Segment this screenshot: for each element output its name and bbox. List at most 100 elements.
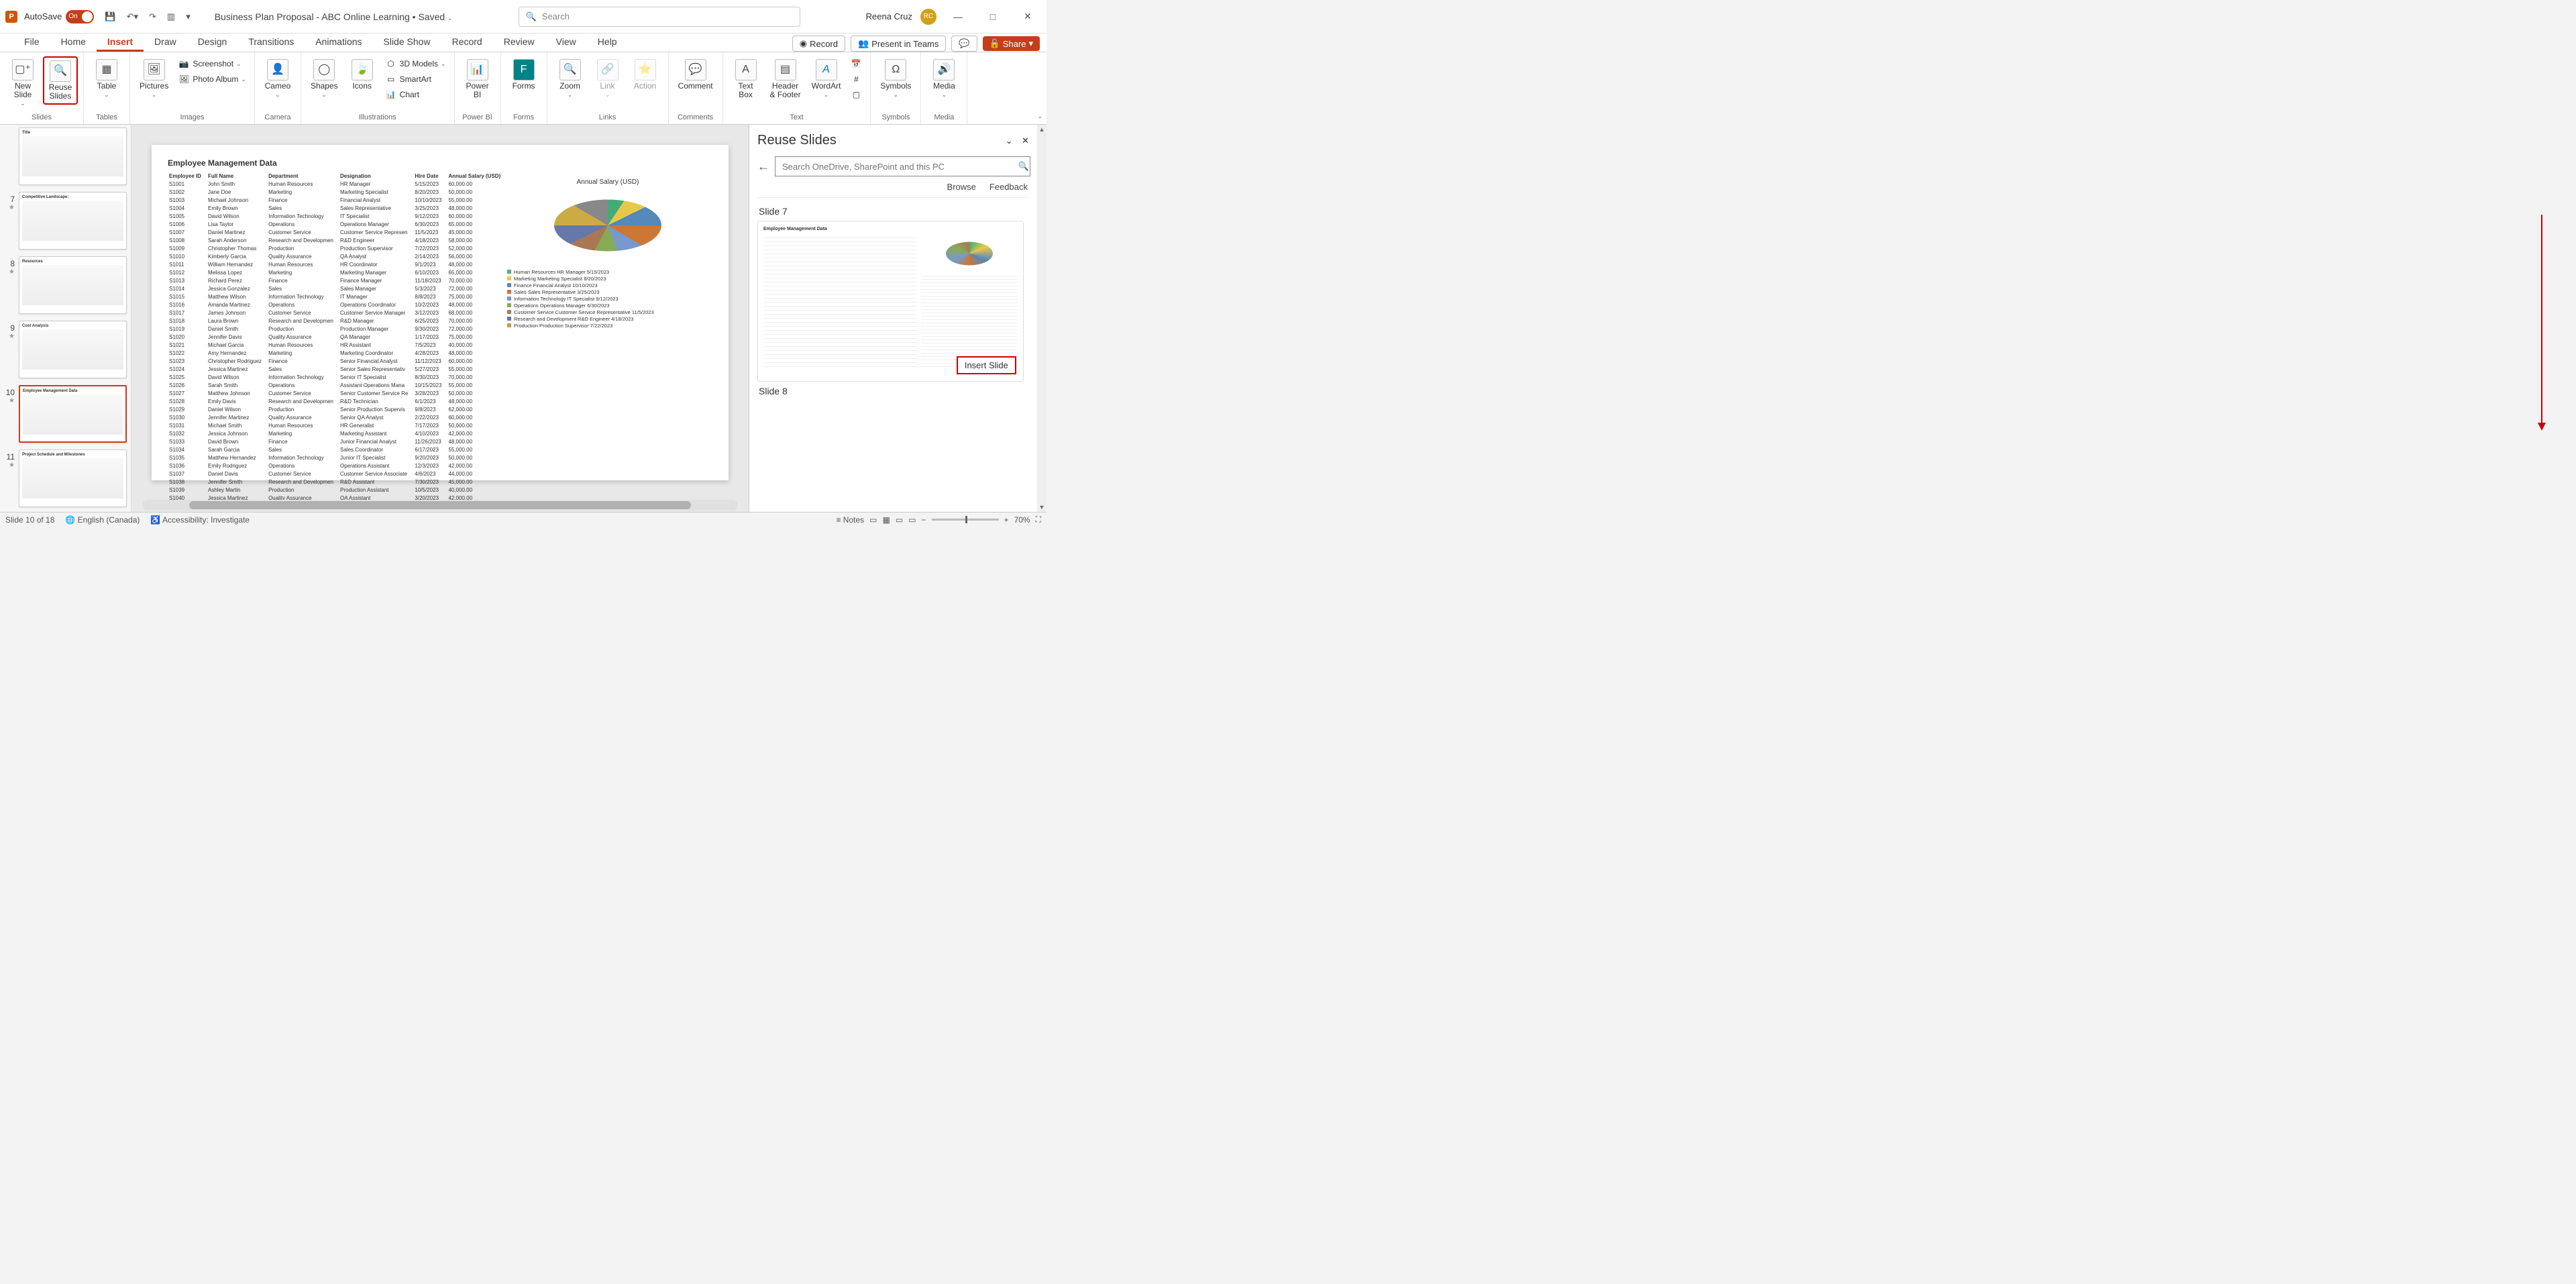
browse-link[interactable]: Browse — [947, 182, 976, 192]
smartart-button[interactable]: ▭SmartArt — [382, 72, 449, 87]
document-title[interactable]: Business Plan Proposal - ABC Online Lear… — [215, 11, 453, 22]
accessibility-status[interactable]: ♿ Accessibility: Investigate — [150, 515, 250, 525]
normal-view-icon[interactable]: ▭ — [869, 515, 877, 525]
3d-models-button[interactable]: ⬡3D Models⌄ — [382, 56, 449, 71]
horizontal-scrollbar[interactable] — [142, 500, 738, 511]
reuse-slide-7-thumb[interactable]: Employee Management Data Insert Slide — [757, 221, 1024, 382]
tab-help[interactable]: Help — [587, 34, 628, 52]
salary-chart: Annual Salary (USD) Human Resources HR M… — [507, 178, 708, 467]
slide-title: Employee Management Data — [168, 158, 712, 168]
panel-options-icon[interactable]: ⌄ — [1006, 136, 1013, 146]
comment-button[interactable]: 💬Comment — [674, 56, 717, 93]
pictures-button[interactable]: 🖼Pictures⌄ — [136, 56, 172, 101]
new-slide-button[interactable]: ▢⁺New Slide⌄ — [5, 56, 40, 110]
autosave-toggle[interactable]: On — [66, 10, 94, 23]
qat-more-icon[interactable]: ▾ — [182, 9, 195, 25]
autosave[interactable]: AutoSave On — [24, 10, 94, 23]
chart-button[interactable]: 📊Chart — [382, 87, 449, 102]
action-button[interactable]: ⭐Action — [628, 56, 663, 93]
wordart-button[interactable]: AWordArt⌄ — [808, 56, 845, 101]
tab-transitions[interactable]: Transitions — [237, 34, 305, 52]
slide-thumbnail[interactable]: Title — [19, 127, 127, 185]
slide-thumbnail-panel[interactable]: Title7★Competitive Landscape:8★Resources… — [0, 125, 131, 512]
slide-thumbnail[interactable]: Employee Management Data — [19, 385, 127, 443]
undo-icon[interactable]: ↶▾ — [123, 9, 142, 25]
slide-thumbnail[interactable]: Cost Analysis — [19, 321, 127, 378]
textbox-button[interactable]: AText Box — [729, 56, 763, 102]
insert-slide-button[interactable]: Insert Slide — [957, 356, 1016, 374]
user-name[interactable]: Reena Cruz — [866, 11, 912, 21]
tab-animations[interactable]: Animations — [305, 34, 372, 52]
record-button[interactable]: ◉ Record — [792, 36, 845, 52]
screenshot-button[interactable]: 📷Screenshot⌄ — [175, 56, 249, 71]
zoom-button[interactable]: 🔍Zoom⌄ — [553, 56, 588, 101]
slide-thumbnail[interactable]: Project Schedule and Milestones — [19, 449, 127, 507]
symbols-button[interactable]: ΩSymbols⌄ — [876, 56, 915, 101]
from-beginning-icon[interactable]: ▥ — [163, 9, 179, 25]
zoom-out-icon[interactable]: − — [922, 515, 926, 525]
feedback-link[interactable]: Feedback — [989, 182, 1028, 192]
slide-number-button[interactable]: # — [847, 72, 865, 87]
slide-counter[interactable]: Slide 10 of 18 — [5, 515, 54, 525]
scroll-up-icon: ▲ — [1037, 125, 1046, 134]
photo-album-button[interactable]: 🖼Photo Album⌄ — [175, 72, 249, 87]
tab-review[interactable]: Review — [493, 34, 545, 52]
link-button[interactable]: 🔗Link⌄ — [590, 56, 625, 101]
share-button[interactable]: 🔓 Share ▾ — [983, 36, 1040, 51]
sorter-view-icon[interactable]: ▦ — [883, 515, 890, 525]
tab-file[interactable]: File — [13, 34, 50, 52]
tab-draw[interactable]: Draw — [144, 34, 187, 52]
maximize-button[interactable]: □ — [979, 11, 1006, 22]
redo-icon[interactable]: ↷ — [145, 9, 160, 25]
tab-slide-show[interactable]: Slide Show — [373, 34, 441, 52]
quick-access-toolbar: 💾 ↶▾ ↷ ▥ ▾ — [101, 9, 194, 25]
app-icon: P — [5, 11, 17, 23]
media-button[interactable]: 🔊Media⌄ — [926, 56, 961, 101]
object-button[interactable]: ▢ — [847, 87, 865, 102]
vertical-scrollbar[interactable]: ▲ ▼ — [1037, 125, 1046, 512]
tab-design[interactable]: Design — [187, 34, 238, 52]
group-label-slides: Slides — [32, 113, 52, 123]
zoom-slider[interactable] — [932, 519, 999, 521]
search-icon[interactable]: 🔍 — [1018, 161, 1029, 172]
slide-thumbnail[interactable]: Competitive Landscape: — [19, 192, 127, 250]
table-button[interactable]: ▦Table⌄ — [89, 56, 124, 101]
collapse-ribbon-icon[interactable]: ⌄ — [1037, 113, 1042, 120]
date-time-button[interactable]: 📅 — [847, 56, 865, 71]
pie-chart-icon — [554, 199, 661, 251]
language-status[interactable]: 🌐 English (Canada) — [65, 515, 140, 525]
powerbi-button[interactable]: 📊Power BI — [460, 56, 495, 102]
present-teams-button[interactable]: 👥 Present in Teams — [851, 36, 946, 52]
tab-home[interactable]: Home — [50, 34, 97, 52]
forms-button[interactable]: FForms — [506, 56, 541, 93]
user-avatar[interactable]: RC — [920, 9, 936, 25]
reuse-search-input[interactable] — [775, 156, 1030, 176]
current-slide[interactable]: Employee Management Data Employee IDFull… — [152, 145, 729, 480]
notes-button[interactable]: ≡ Notes — [836, 515, 864, 525]
minimize-button[interactable]: — — [945, 11, 971, 22]
close-button[interactable]: ✕ — [1014, 11, 1041, 22]
reuse-slide-7-label: Slide 7 — [759, 206, 1028, 217]
cameo-button[interactable]: 👤Cameo⌄ — [260, 56, 295, 101]
scroll-down-icon: ▼ — [1037, 502, 1046, 512]
fit-window-icon[interactable]: ⛶ — [1036, 515, 1041, 525]
slideshow-view-icon[interactable]: ▭ — [908, 515, 916, 525]
header-footer-button[interactable]: ▤Header & Footer — [766, 56, 805, 102]
tab-insert[interactable]: Insert — [97, 34, 144, 52]
icons-button[interactable]: 🍃Icons — [345, 56, 380, 93]
annotation-arrow-2 — [2541, 215, 2542, 429]
zoom-level[interactable]: 70% — [1014, 515, 1030, 525]
zoom-in-icon[interactable]: + — [1004, 515, 1009, 525]
shapes-button[interactable]: ◯Shapes⌄ — [307, 56, 342, 101]
slide-thumbnail[interactable]: Resources — [19, 256, 127, 314]
search-box[interactable]: 🔍 Search — [519, 7, 800, 27]
back-arrow-icon[interactable]: ← — [757, 160, 769, 174]
reuse-slide-8-label: Slide 8 — [759, 386, 1028, 396]
reading-view-icon[interactable]: ▭ — [896, 515, 903, 525]
tab-record[interactable]: Record — [441, 34, 493, 52]
save-icon[interactable]: 💾 — [101, 9, 119, 25]
reuse-slides-button[interactable]: 🔍Reuse Slides — [43, 56, 78, 105]
close-panel-icon[interactable]: ✕ — [1022, 136, 1029, 146]
comments-button[interactable]: 💬 — [951, 36, 977, 52]
tab-view[interactable]: View — [545, 34, 587, 52]
